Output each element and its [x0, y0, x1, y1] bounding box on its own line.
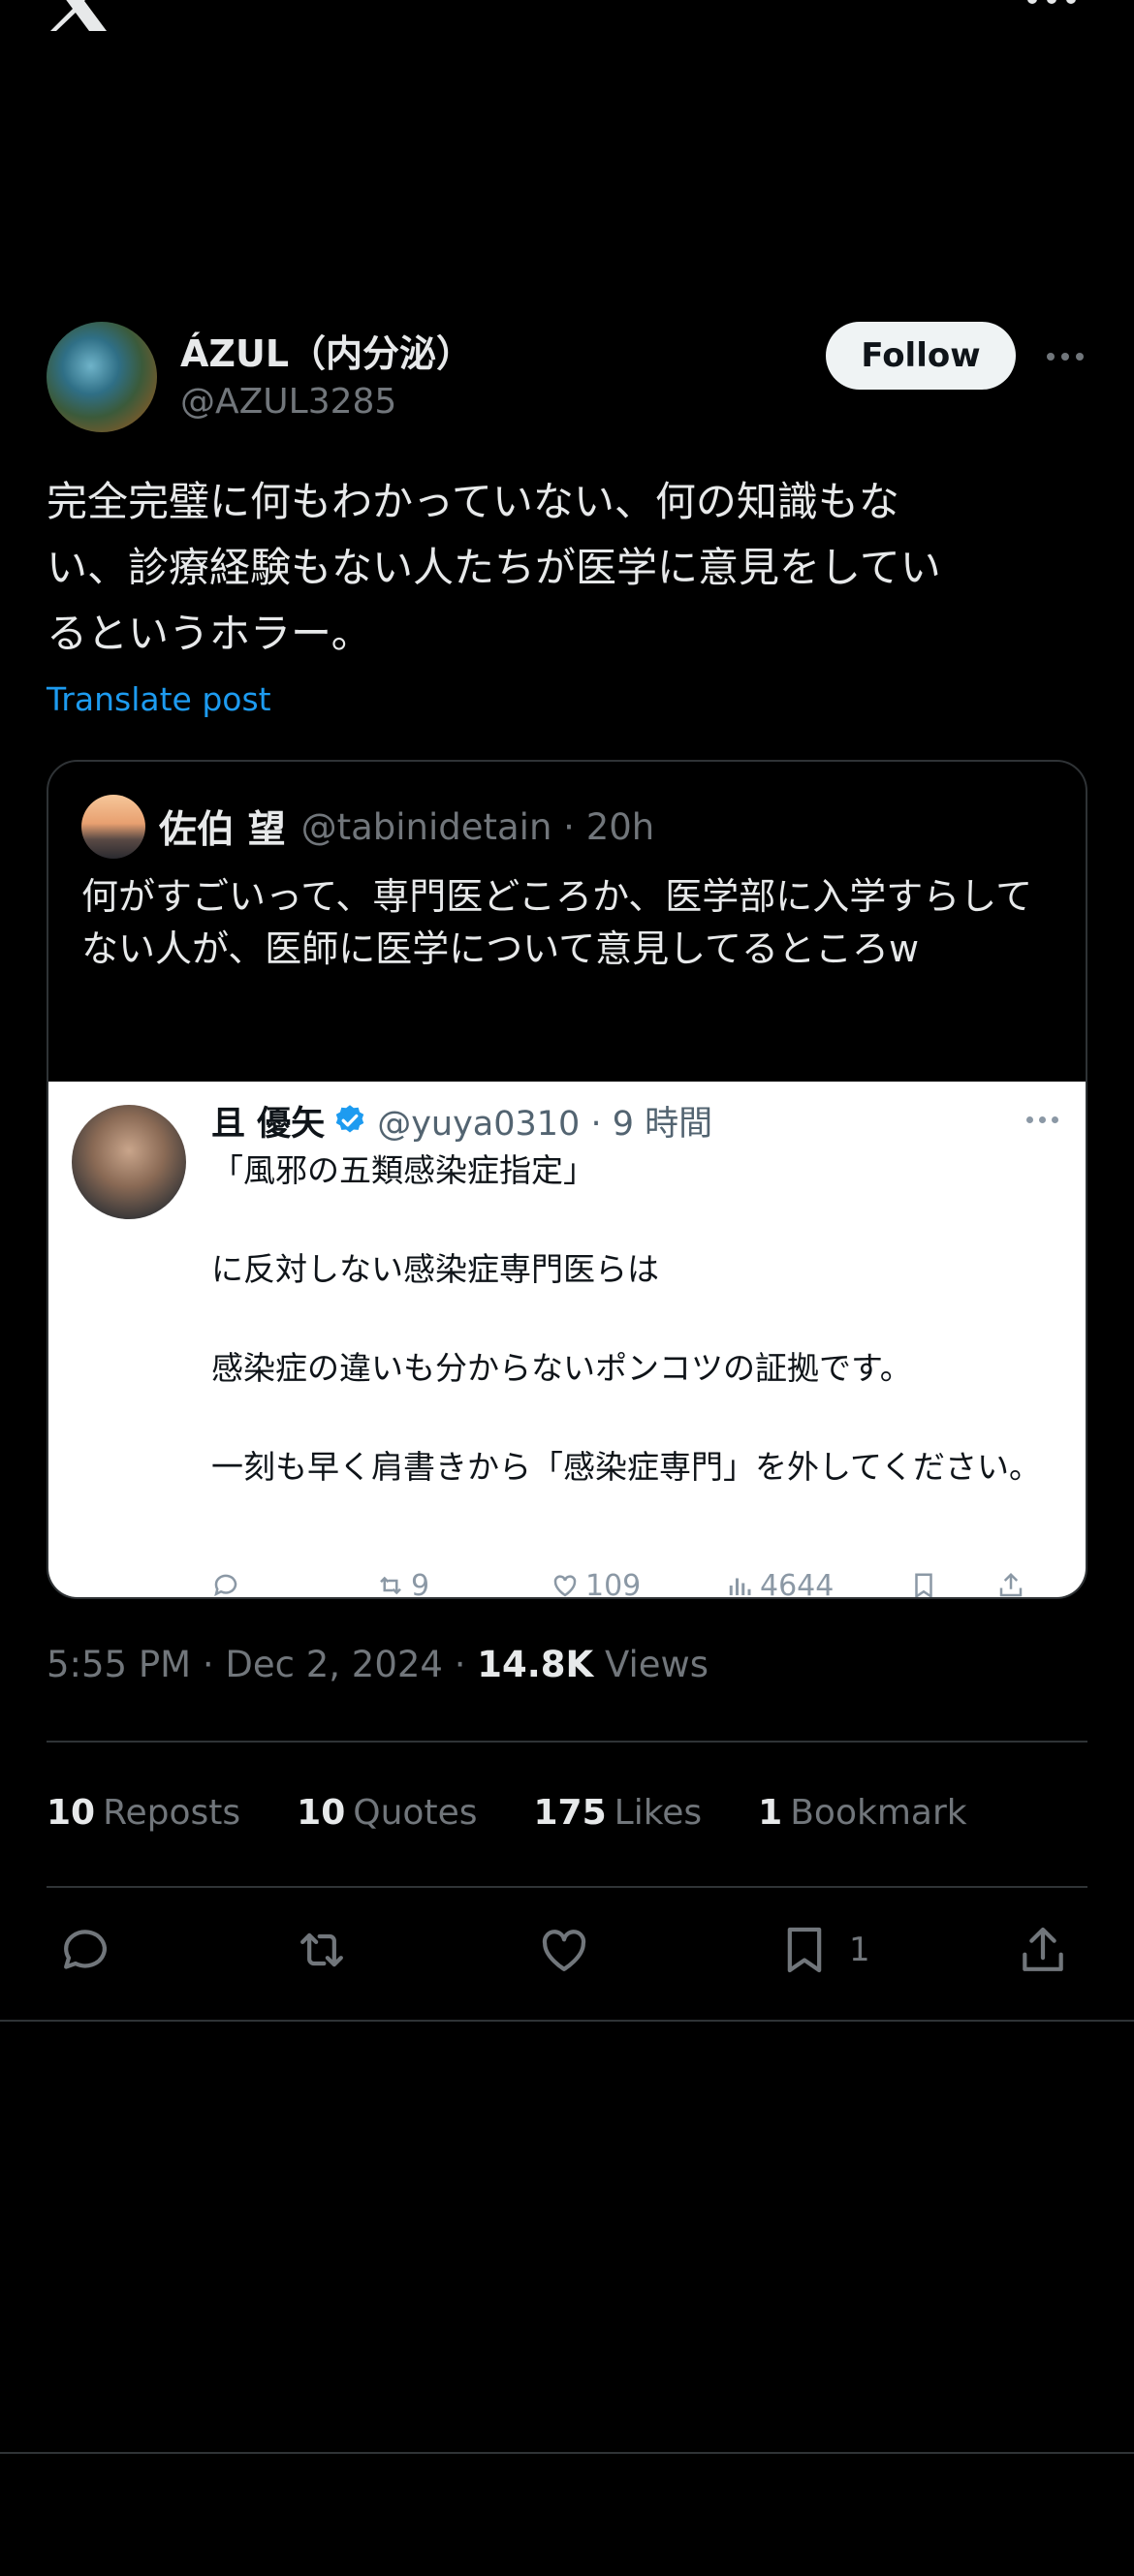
follow-button[interactable]: Follow [826, 322, 1016, 390]
embedded-retweets: 9 [376, 1569, 551, 1597]
quoted-author-name: 佐伯 望 [159, 808, 286, 852]
repost-button[interactable] [295, 1923, 349, 1977]
embedded-line: 感染症の違いも分からないポンコツの証拠です。 [211, 1349, 912, 1387]
x-logo-icon[interactable] [47, 0, 110, 31]
verified-badge-icon [335, 1105, 364, 1133]
embedded-line: 一刻も早く肩書きから「感染症専門」を外してください。 [211, 1448, 1042, 1486]
embedded-reply [211, 1571, 376, 1597]
quotes-stat[interactable]: 10 Quotes [297, 1793, 477, 1833]
translate-post-link[interactable]: Translate post [47, 680, 271, 718]
embedded-author-name: 且 優矢 [211, 1104, 326, 1144]
more-horizontal-icon [1026, 1116, 1058, 1123]
avatar [72, 1105, 186, 1219]
views-icon [729, 1578, 751, 1595]
views-count: 14.8K [477, 1644, 594, 1685]
share-icon [1023, 1927, 1063, 1971]
author-handle[interactable]: @AZUL3285 [180, 382, 396, 422]
quoted-post-text: 何がすごいって、専門医どころか、医学部に入学すらしてない人が、医師に医学について… [81, 875, 1033, 970]
post-text: 完全完璧に何もわかっていない、何の知識もな い、診療経験もない人たちが医学に意見… [47, 478, 941, 657]
post-author: ÁZUL（内分泌） @AZUL3285 Follow [47, 322, 1087, 434]
author-name[interactable]: ÁZUL（内分泌） [180, 324, 473, 377]
reply-icon [214, 1574, 237, 1597]
like-button[interactable] [537, 1923, 591, 1977]
quoted-author-handle: @tabinidetain · 20h [300, 805, 655, 848]
quoted-post[interactable]: 佐伯 望 @tabinidetain · 20h 何がすごいって、専門医どころか… [47, 760, 1087, 1599]
embedded-post-header: 且 優矢 @yuya0310 · 9 時間 [211, 1095, 712, 1146]
bookmark-button[interactable]: 1 [777, 1923, 870, 1977]
divider [47, 1741, 1087, 1743]
share-button[interactable] [1016, 1923, 1070, 1977]
embedded-share [996, 1571, 1031, 1597]
more-horizontal-icon[interactable] [1027, 0, 1076, 4]
tweet-detail-page: ÁZUL（内分泌） @AZUL3285 Follow 完全完璧に何もわかっていな… [0, 0, 1134, 2576]
divider [0, 2020, 1134, 2022]
likes-stat[interactable]: 175 Likes [533, 1793, 702, 1833]
embedded-author-handle: @yuya0310 · 9 時間 [377, 1104, 713, 1144]
share-icon [999, 1572, 1023, 1597]
reply-icon [64, 1930, 107, 1969]
embedded-image[interactable]: 且 優矢 @yuya0310 · 9 時間 「風邪の五類感染症指定」 に反対しな… [48, 1082, 1086, 1597]
top-bar [0, 0, 1134, 58]
bookmark-icon [915, 1573, 932, 1597]
post-timestamp[interactable]: 5:55 PM · Dec 2, 2024 · 14.8K Views [47, 1644, 709, 1685]
embedded-post-text: 「風邪の五類感染症指定」 に反対しない感染症専門医らは 感染症の違いも分からない… [211, 1146, 1064, 1492]
bookmark-icon [787, 1927, 822, 1973]
embedded-line: 「風邪の五類感染症指定」 [211, 1151, 595, 1189]
avatar [81, 795, 145, 859]
bookmarks-stat[interactable]: 1 Bookmark [758, 1793, 966, 1833]
embedded-bookmark [909, 1571, 996, 1597]
like-icon [542, 1930, 586, 1971]
quoted-post-header: 佐伯 望 @tabinidetain · 20h [81, 795, 654, 859]
more-horizontal-icon[interactable] [1047, 353, 1084, 361]
post-stats: 10 Reposts 10 Quotes 175 Likes 1 Bookmark [47, 1793, 1024, 1833]
like-icon [553, 1575, 577, 1597]
reposts-stat[interactable]: 10 Reposts [47, 1793, 240, 1833]
divider [47, 1886, 1087, 1888]
embedded-line: に反対しない感染症専門医らは [211, 1250, 659, 1288]
repost-icon [300, 1932, 343, 1967]
reply-button[interactable] [58, 1923, 112, 1977]
action-bar: 1 [47, 1923, 1087, 1991]
embedded-action-bar: 9 109 4644 [211, 1566, 1045, 1597]
embedded-likes: 109 [551, 1569, 725, 1597]
repost-icon [380, 1576, 401, 1595]
bookmark-count: 1 [849, 1931, 870, 1969]
divider [0, 2452, 1134, 2454]
avatar[interactable] [47, 322, 157, 432]
embedded-views: 4644 [725, 1569, 909, 1597]
